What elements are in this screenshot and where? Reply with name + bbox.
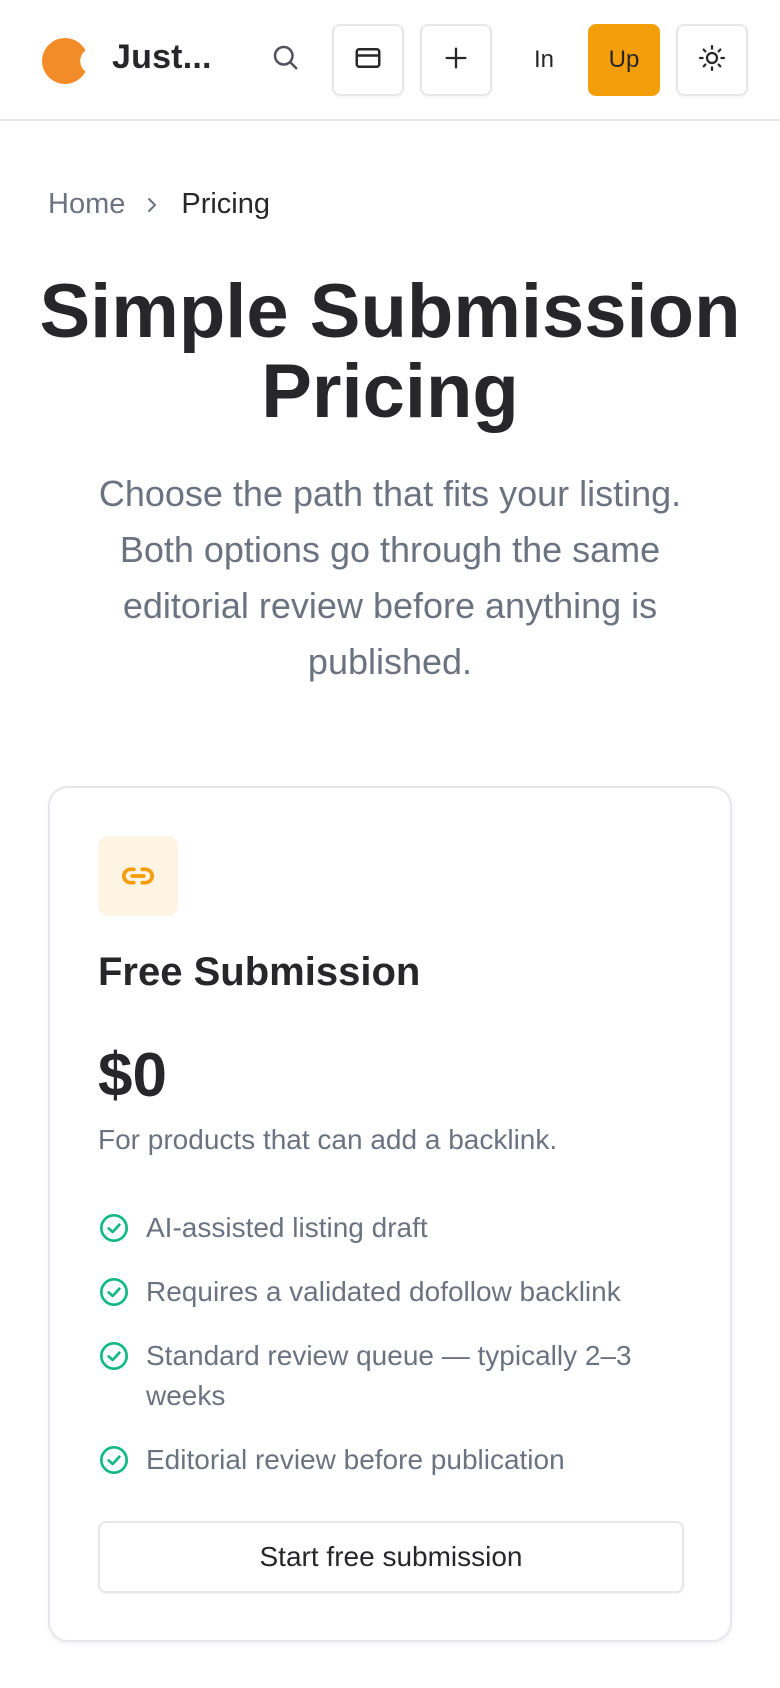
page-subtitle: Choose the path that fits your listing. …	[98, 473, 682, 682]
brand-name[interactable]: Just...	[112, 38, 212, 77]
plan-feature: AI-assisted listing draft	[98, 1208, 688, 1248]
check-circle-icon	[98, 1212, 130, 1244]
logo-icon[interactable]	[40, 36, 90, 86]
free-plan-card: Free Submission $0 For products that can…	[48, 786, 732, 1642]
plan-price: $0	[98, 1041, 167, 1110]
plan-title: Free Submission	[98, 950, 421, 994]
link-icon	[98, 836, 178, 916]
page-title: Simple Submission Pricing	[39, 269, 741, 434]
plan-features-list: AI-assisted listing draft Requires a val…	[98, 1208, 688, 1504]
breadcrumb-current: Pricing	[181, 188, 271, 220]
search-icon	[270, 42, 300, 77]
check-circle-icon	[98, 1340, 130, 1372]
plan-feature-text: Standard review queue — typically 2–3 we…	[146, 1340, 632, 1411]
plan-feature-text: AI-assisted listing draft	[146, 1212, 428, 1243]
plan-description: For products that can add a backlink.	[98, 1124, 558, 1155]
sign-in-button[interactable]: In	[508, 24, 580, 96]
plan-feature: Standard review queue — typically 2–3 we…	[98, 1336, 688, 1416]
theme-toggle-button[interactable]	[676, 24, 748, 96]
sun-icon	[697, 43, 727, 78]
plan-feature-text: Requires a validated dofollow backlink	[146, 1276, 621, 1307]
search-button[interactable]	[262, 36, 308, 82]
plan-feature: Editorial review before publication	[98, 1440, 688, 1480]
chevron-right-icon	[145, 195, 159, 215]
plus-icon	[442, 44, 470, 77]
breadcrumb: Home Pricing	[48, 188, 270, 221]
billing-button[interactable]	[332, 24, 404, 96]
sign-up-button[interactable]: Up	[588, 24, 660, 96]
breadcrumb-home-link[interactable]: Home	[48, 188, 125, 221]
top-nav: Just... In Up	[0, 0, 780, 121]
credit-card-icon	[353, 43, 383, 78]
add-button[interactable]	[420, 24, 492, 96]
plan-feature-text: Editorial review before publication	[146, 1444, 565, 1475]
plan-feature: Requires a validated dofollow backlink	[98, 1272, 688, 1312]
start-free-submission-button[interactable]: Start free submission	[98, 1521, 684, 1593]
check-circle-icon	[98, 1444, 130, 1476]
check-circle-icon	[98, 1276, 130, 1308]
